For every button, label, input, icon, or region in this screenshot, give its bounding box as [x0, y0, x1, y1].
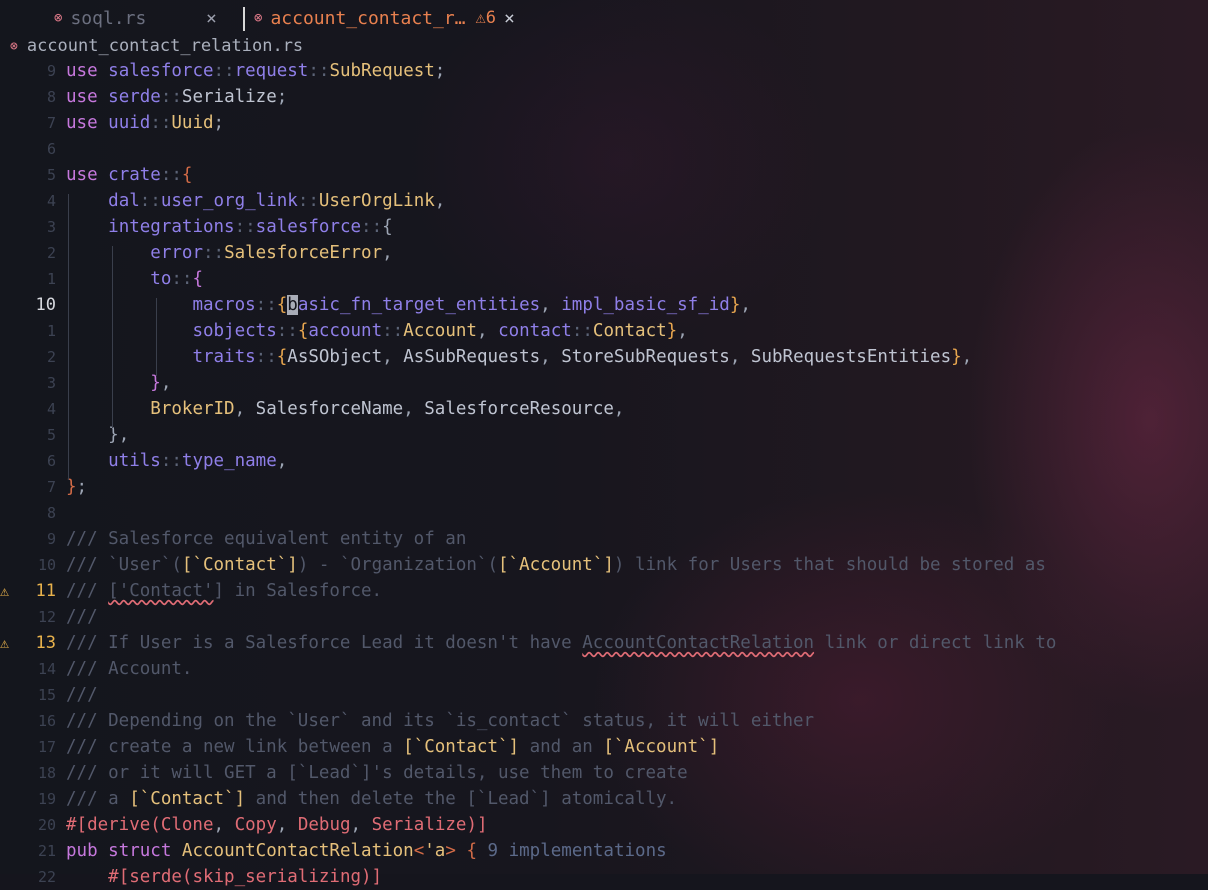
inlay-hint[interactable]: 9 implementations — [488, 841, 667, 861]
close-icon[interactable]: × — [504, 8, 515, 29]
tab-soql[interactable]: ⊗ soql.rs × — [54, 0, 217, 36]
line-number: 3 — [46, 218, 56, 236]
line-number: 5 — [46, 426, 56, 444]
line-number: 9 — [46, 62, 56, 80]
code-line[interactable]: 14 /// Account. — [0, 656, 1208, 682]
code-line[interactable]: 7 }; — [0, 474, 1208, 500]
line-number: 2 — [46, 348, 56, 366]
breadcrumb-file: account_contact_relation.rs — [26, 36, 304, 56]
line-number: 6 — [46, 452, 56, 470]
line-number: 8 — [46, 504, 56, 522]
indent-guide — [112, 246, 113, 428]
code-line[interactable]: 20 #[derive(Clone, Copy, Debug, Serializ… — [0, 812, 1208, 838]
line-number: 20 — [37, 816, 56, 834]
code-line[interactable]: 18 /// or it will GET a [`Lead`]'s detai… — [0, 760, 1208, 786]
code-line[interactable]: 22 #[serde(skip_serializing)] — [0, 864, 1208, 890]
text-cursor: b — [287, 295, 298, 315]
code-line[interactable]: 21 pub struct AccountContactRelation<'a>… — [0, 838, 1208, 864]
line-number: 15 — [37, 686, 56, 704]
line-number: 18 — [37, 764, 56, 782]
warning-icon: ⚠6 — [475, 8, 497, 28]
code-line[interactable]: 3 integrations::salesforce::{ — [0, 214, 1208, 240]
line-number: 1 — [46, 270, 56, 288]
code-line[interactable]: 2 traits::{AsSObject, AsSubRequests, Sto… — [0, 344, 1208, 370]
error-icon: ⊗ — [10, 38, 18, 54]
warning-count: 6 — [485, 8, 497, 28]
indent-guide — [156, 298, 157, 376]
code-line[interactable]: 8 use serde::Serialize; — [0, 84, 1208, 110]
tab-label: soql.rs — [70, 7, 147, 29]
tab-bar: ⊗ soql.rs × ⊗ account_contact_r… ⚠6 × — [0, 0, 1208, 36]
code-line[interactable]: 6 — [0, 136, 1208, 162]
line-number: 14 — [37, 660, 56, 678]
line-number: 7 — [46, 114, 56, 132]
code-line[interactable]: 4 BrokerID, SalesforceName, SalesforceRe… — [0, 396, 1208, 422]
code-line[interactable]: 6 utils::type_name, — [0, 448, 1208, 474]
code-line[interactable]: 1 to::{ — [0, 266, 1208, 292]
code-line[interactable]: 2 error::SalesforceError, — [0, 240, 1208, 266]
tab-account-contact-relation[interactable]: ⊗ account_contact_r… ⚠6 × — [254, 0, 515, 36]
line-number: 10 — [37, 556, 56, 574]
code-line[interactable]: 16 /// Depending on the `User` and its `… — [0, 708, 1208, 734]
close-icon[interactable]: × — [206, 8, 217, 29]
code-line[interactable]: 19 /// a [`Contact`] and then delete the… — [0, 786, 1208, 812]
code-line[interactable]: 7 use uuid::Uuid; — [0, 110, 1208, 136]
code-line-current[interactable]: 10 macros::{basic_fn_target_entities, im… — [0, 292, 1208, 318]
code-line[interactable]: 5 }, — [0, 422, 1208, 448]
line-number: 21 — [37, 842, 56, 860]
tab-separator — [243, 7, 245, 31]
code-line[interactable]: ⚠ 11 /// ['Contact'] in Salesforce. — [0, 578, 1208, 604]
line-number: 22 — [37, 868, 56, 886]
line-number: 17 — [37, 738, 56, 756]
line-number: 4 — [46, 400, 56, 418]
line-number: 8 — [46, 88, 56, 106]
code-line[interactable]: 1 sobjects::{account::Account, contact::… — [0, 318, 1208, 344]
indent-guide — [68, 194, 69, 480]
breadcrumb[interactable]: ⊗ account_contact_relation.rs — [10, 35, 303, 57]
line-number: 7 — [46, 478, 56, 496]
line-number: 11 — [35, 581, 56, 601]
line-number: 19 — [37, 790, 56, 808]
code-line[interactable]: 17 /// create a new link between a [`Con… — [0, 734, 1208, 760]
error-icon: ⊗ — [54, 10, 63, 26]
code-line[interactable]: 8 — [0, 500, 1208, 526]
code-line[interactable]: 3 }, — [0, 370, 1208, 396]
code-line[interactable]: 10 /// `User`([`Contact`]) - `Organizati… — [0, 552, 1208, 578]
code-line[interactable]: 9 use salesforce::request::SubRequest; — [0, 58, 1208, 84]
line-number: 9 — [46, 530, 56, 548]
line-number: 3 — [46, 374, 56, 392]
tab-label: account_contact_r… — [270, 7, 466, 29]
line-number: 1 — [46, 322, 56, 340]
line-number: 13 — [35, 633, 56, 653]
line-number: 4 — [46, 192, 56, 210]
code-line[interactable]: 12 /// — [0, 604, 1208, 630]
line-number: 10 — [35, 295, 56, 315]
code-line[interactable]: 4 dal::user_org_link::UserOrgLink, — [0, 188, 1208, 214]
line-number: 6 — [46, 140, 56, 158]
line-number: 5 — [46, 166, 56, 184]
line-number: 16 — [37, 712, 56, 730]
error-icon: ⊗ — [254, 10, 263, 26]
line-number: 12 — [37, 608, 56, 626]
code-line[interactable]: 5 use crate::{ — [0, 162, 1208, 188]
code-line[interactable]: 9 /// Salesforce equivalent entity of an — [0, 526, 1208, 552]
code-line[interactable]: ⚠ 13 /// If User is a Salesforce Lead it… — [0, 630, 1208, 656]
line-number: 2 — [46, 244, 56, 262]
code-line[interactable]: 15 /// — [0, 682, 1208, 708]
